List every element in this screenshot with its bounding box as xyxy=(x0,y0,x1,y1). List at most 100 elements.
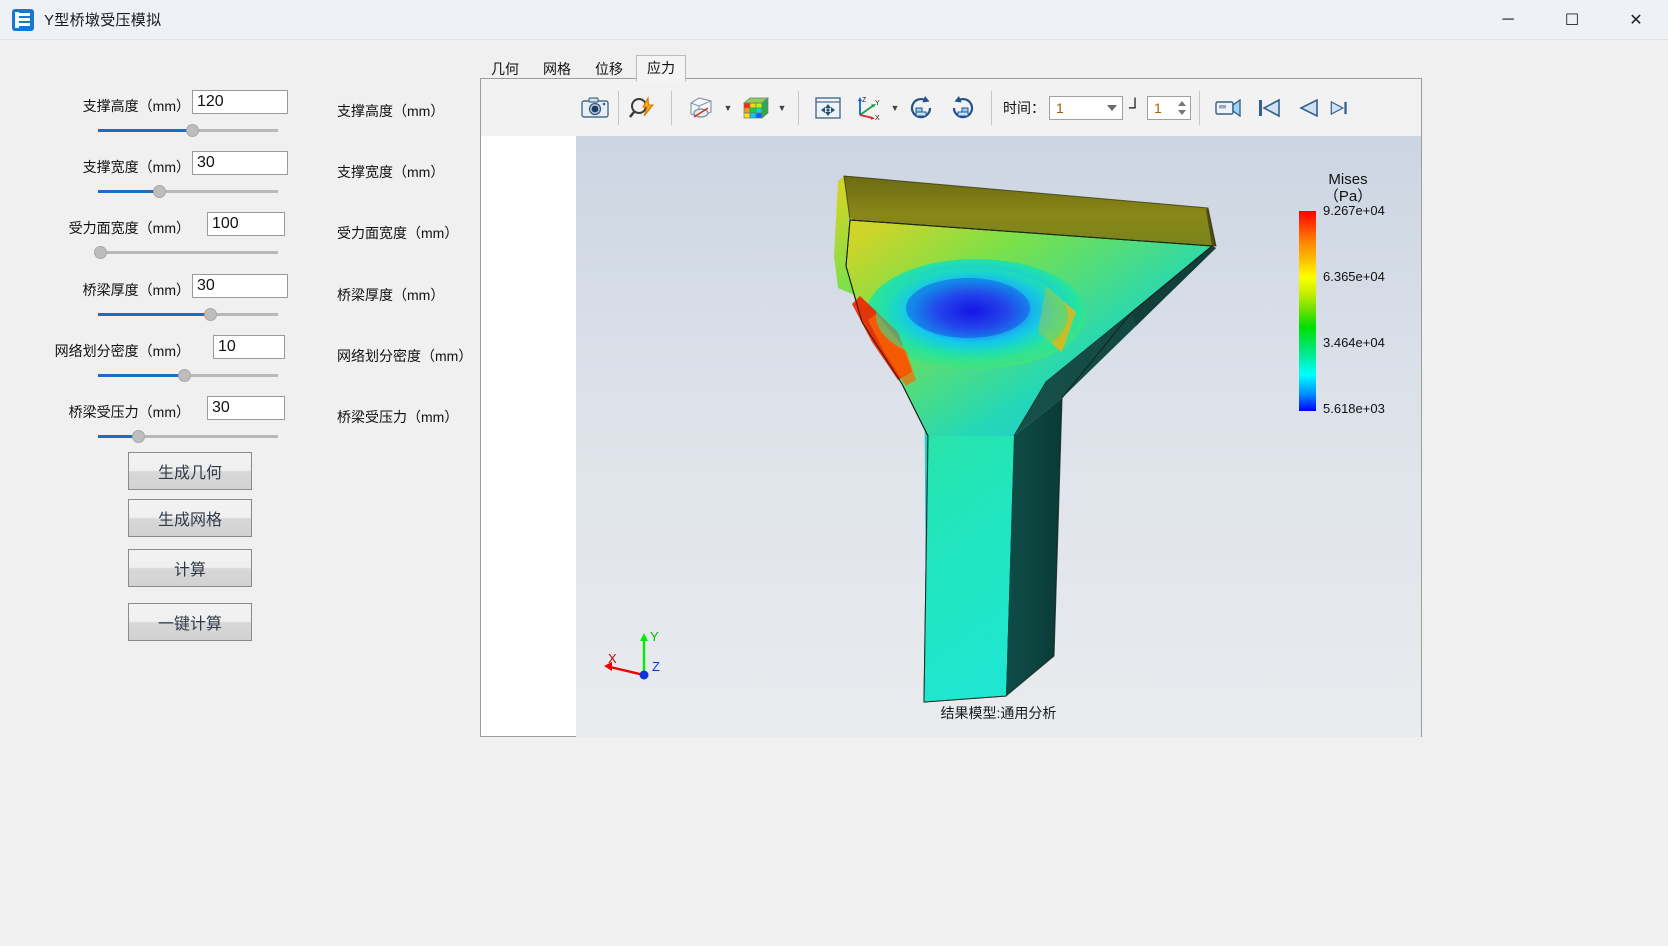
legend-tick-max: 9.267e+04 xyxy=(1323,203,1385,218)
frame-stepper[interactable]: 1 xyxy=(1147,95,1192,120)
param-input-beam-thickness[interactable] xyxy=(192,274,288,298)
param-row-beam-thickness: 桥梁厚度（mm） 桥梁厚度（mm） xyxy=(0,274,470,335)
slider-thumb[interactable] xyxy=(94,246,107,259)
legend-tick-min: 5.618e+03 xyxy=(1323,401,1385,416)
stepper-down-icon[interactable] xyxy=(1178,109,1187,115)
rotate-cw-icon[interactable] xyxy=(902,89,942,127)
param-slider-support-width[interactable] xyxy=(98,183,278,201)
axis-triad-icon[interactable]: Z Y X xyxy=(848,89,888,127)
triad-label-z: Z xyxy=(652,659,660,674)
slider-fill xyxy=(98,374,184,377)
svg-text:Z: Z xyxy=(862,97,867,104)
legend-color-bar xyxy=(1299,211,1316,411)
generate-mesh-button[interactable]: 生成网格 xyxy=(128,499,252,537)
param-label: 支撑高度（mm） xyxy=(82,98,190,114)
param-slider-beam-pressure[interactable] xyxy=(98,428,278,446)
window-title: Y型桥墩受压模拟 xyxy=(44,12,162,29)
title-bar: Y型桥墩受压模拟 ─ ☐ ✕ xyxy=(0,0,1668,40)
param-slider-support-height[interactable] xyxy=(98,122,278,140)
toolbar-separator xyxy=(618,90,619,125)
param-mirror-label: 桥梁厚度（mm） xyxy=(337,287,445,303)
camera-icon[interactable] xyxy=(575,89,615,127)
rotate-ccw-icon[interactable] xyxy=(942,89,982,127)
viewport-canvas[interactable]: Mises （Pa） 9.267e+04 6.365e+04 3.464e+04… xyxy=(576,136,1421,737)
triad-label-y: Y xyxy=(650,629,659,644)
legend-tick-high: 6.365e+04 xyxy=(1323,269,1385,284)
legend-bar-wrapper: 9.267e+04 6.365e+04 3.464e+04 5.618e+03 xyxy=(1293,203,1403,416)
close-button[interactable]: ✕ xyxy=(1604,0,1668,40)
chevron-down-icon[interactable]: ▼ xyxy=(721,89,735,127)
window-controls: ─ ☐ ✕ xyxy=(1476,0,1668,40)
chevron-down-icon[interactable]: ▼ xyxy=(775,89,789,127)
legend-title: Mises xyxy=(1328,171,1368,188)
param-input-support-height[interactable] xyxy=(192,90,288,114)
parameter-panel: 支撑高度（mm） 支撑高度（mm） 支撑宽度（mm） 支撑宽度（mm） 受力面宽… xyxy=(0,40,473,946)
tab-stress[interactable]: 应力 xyxy=(636,55,686,82)
toolbar-separator xyxy=(991,90,992,125)
param-mirror-label: 桥梁受压力（mm） xyxy=(337,409,459,425)
param-mirror-label: 受力面宽度（mm） xyxy=(337,225,459,241)
color-cube-icon[interactable] xyxy=(735,89,775,127)
param-input-mesh-density[interactable] xyxy=(213,335,285,359)
slider-track xyxy=(98,251,278,254)
legend-tick-mid: 3.464e+04 xyxy=(1323,335,1385,350)
toolbar-group-navigate: Z Y X ▼ xyxy=(802,86,988,130)
param-label: 网络划分密度（mm） xyxy=(54,343,190,359)
param-slider-load-face-width[interactable] xyxy=(94,244,278,262)
maximize-button[interactable]: ☐ xyxy=(1540,0,1604,40)
param-mirror-label: 支撑高度（mm） xyxy=(337,103,445,119)
calculate-button[interactable]: 计算 xyxy=(128,549,252,587)
param-input-beam-pressure[interactable] xyxy=(207,396,285,420)
param-label: 桥梁厚度（mm） xyxy=(82,282,190,298)
zoom-lightning-icon[interactable] xyxy=(622,89,662,127)
toolbar-group-render: ▼ ▼ xyxy=(675,86,795,130)
param-row-support-width: 支撑宽度（mm） 支撑宽度（mm） xyxy=(0,151,470,212)
frame-stepper-value: 1 xyxy=(1154,99,1162,116)
toolbar-separator xyxy=(798,90,799,125)
hidden-surface-cube-icon[interactable] xyxy=(681,89,721,127)
document-stack-icon xyxy=(12,8,34,31)
record-camera-icon[interactable] xyxy=(1209,89,1249,127)
param-row-beam-pressure: 桥梁受压力（mm） 桥梁受压力（mm） xyxy=(0,396,470,457)
param-mirror-label: 支撑宽度（mm） xyxy=(337,164,445,180)
chevron-down-icon xyxy=(1107,104,1117,111)
time-select[interactable]: 1 xyxy=(1049,95,1123,120)
viewer-toolbar: ▼ ▼ Z Y X ▼ 时间： 1 ┘ 1 xyxy=(481,79,1421,136)
viewport-status-text: 结果模型:通用分析 xyxy=(940,705,1057,721)
param-row-load-face-width: 受力面宽度（mm） 受力面宽度（mm） xyxy=(0,212,470,273)
param-input-support-width[interactable] xyxy=(192,151,288,175)
frame-corner-icon[interactable]: ┘ xyxy=(1123,98,1147,118)
svg-text:X: X xyxy=(875,115,880,121)
time-label: 时间： xyxy=(1003,99,1045,116)
slider-thumb[interactable] xyxy=(178,369,191,382)
param-row-support-height: 支撑高度（mm） 支撑高度（mm） xyxy=(0,90,470,151)
chevron-down-icon[interactable]: ▼ xyxy=(888,89,902,127)
toolbar-group-capture xyxy=(569,86,668,130)
pan-view-icon[interactable] xyxy=(808,89,848,127)
slider-thumb[interactable] xyxy=(186,124,199,137)
param-slider-mesh-density[interactable] xyxy=(98,367,278,385)
param-label: 受力面宽度（mm） xyxy=(68,220,190,236)
play-back-icon[interactable] xyxy=(1289,89,1329,127)
slider-thumb[interactable] xyxy=(132,430,145,443)
viewport-axis-triad: Y X Z xyxy=(596,627,676,697)
param-mirror-label: 网络划分密度（mm） xyxy=(337,348,473,364)
minimize-button[interactable]: ─ xyxy=(1476,0,1540,40)
toolbar-separator xyxy=(1199,90,1201,125)
viewer-frame: ▼ ▼ Z Y X ▼ 时间： 1 ┘ 1 Mises （Pa） 9.267e+… xyxy=(480,78,1422,737)
one-click-calculate-button[interactable]: 一键计算 xyxy=(128,603,252,641)
param-slider-beam-thickness[interactable] xyxy=(98,306,278,324)
svg-text:Y: Y xyxy=(875,100,880,107)
generate-geometry-button[interactable]: 生成几何 xyxy=(128,452,252,490)
slider-thumb[interactable] xyxy=(153,185,166,198)
skip-last-icon[interactable] xyxy=(1329,89,1349,127)
slider-thumb[interactable] xyxy=(204,308,217,321)
toolbar-group-animation xyxy=(1203,86,1355,130)
skip-first-icon[interactable] xyxy=(1249,89,1289,127)
slider-fill xyxy=(98,190,159,193)
param-input-load-face-width[interactable] xyxy=(207,212,285,236)
triad-label-x: X xyxy=(608,651,617,666)
stepper-up-icon[interactable] xyxy=(1178,100,1187,106)
param-label: 支撑宽度（mm） xyxy=(82,159,190,175)
param-label: 桥梁受压力（mm） xyxy=(68,404,190,420)
